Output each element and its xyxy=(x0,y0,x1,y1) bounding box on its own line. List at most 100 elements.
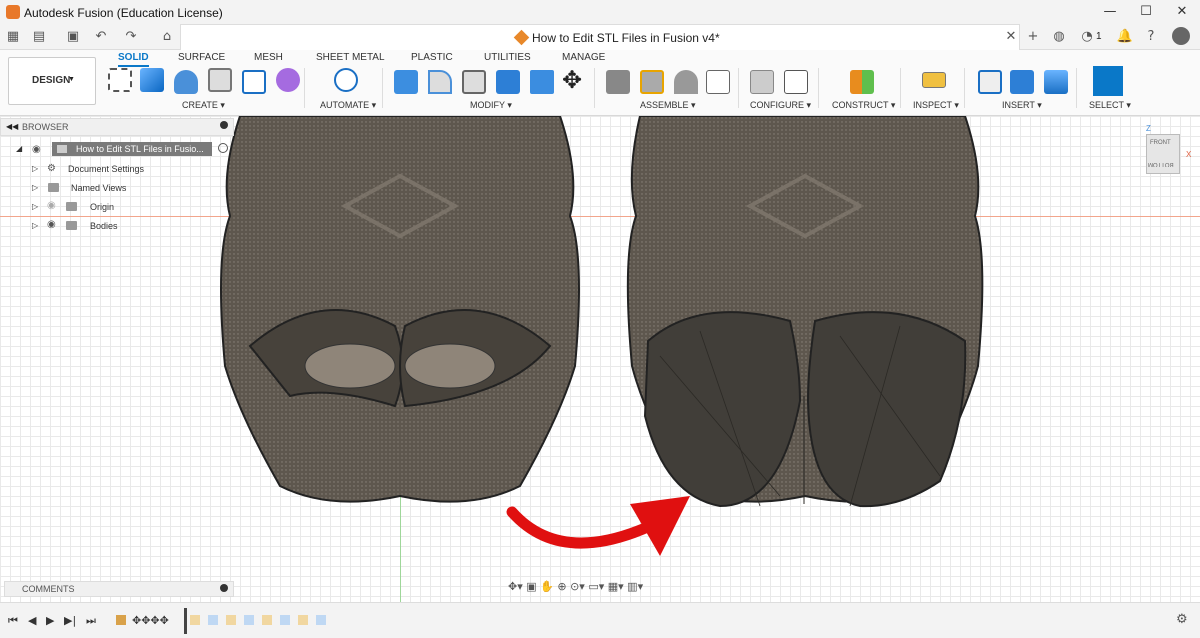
revolve-icon[interactable] xyxy=(174,70,198,94)
configuration-table-icon[interactable] xyxy=(784,70,808,94)
hole-icon[interactable] xyxy=(208,68,232,92)
browser-item-origin[interactable]: Origin xyxy=(90,202,114,212)
assemble-menu[interactable]: ASSEMBLE ▾ xyxy=(640,100,696,111)
expand-arrow-icon[interactable]: ▷ xyxy=(32,183,38,192)
help-icon[interactable]: ? xyxy=(1142,29,1160,45)
tab-sheet-metal[interactable]: SHEET METAL xyxy=(316,52,385,63)
joint-icon[interactable] xyxy=(640,70,664,94)
browser-item-named-views[interactable]: Named Views xyxy=(71,183,126,193)
display-settings-icon[interactable]: ▭▾ xyxy=(588,580,604,593)
online-status-icon[interactable]: ◍ xyxy=(1050,29,1068,45)
expand-arrow-icon[interactable]: ▷ xyxy=(32,202,38,211)
grid-settings-icon[interactable]: ▦▾ xyxy=(608,580,624,593)
pattern-icon[interactable] xyxy=(242,70,266,94)
viewcube-front-face[interactable]: FRONT xyxy=(1150,140,1171,146)
zoom-icon[interactable]: ⊕ xyxy=(557,580,566,593)
transform-arrow xyxy=(506,496,690,556)
split-body-icon[interactable] xyxy=(530,70,554,94)
tab-manage[interactable]: MANAGE xyxy=(562,52,605,63)
construct-menu[interactable]: CONSTRUCT ▾ xyxy=(832,100,895,111)
job-status-icon[interactable]: ◔ xyxy=(1078,29,1096,45)
app-grid-icon[interactable]: ▦ xyxy=(4,29,22,45)
timeline-settings-gear-icon[interactable]: ⚙ xyxy=(1176,612,1188,627)
as-built-joint-icon[interactable] xyxy=(674,70,698,94)
go-to-start-button[interactable]: ⏮ xyxy=(8,614,18,628)
divider xyxy=(1076,68,1077,108)
timeline-suppressed-features[interactable] xyxy=(190,615,330,625)
look-at-icon[interactable]: ▣ xyxy=(526,580,536,593)
model-view[interactable] xyxy=(0,116,1200,602)
visibility-eye-icon[interactable]: ◉ xyxy=(32,144,41,155)
tab-mesh[interactable]: MESH xyxy=(254,52,283,63)
fit-icon[interactable]: ⊙▾ xyxy=(570,580,585,593)
select-menu[interactable]: SELECT ▾ xyxy=(1089,100,1131,111)
table-icon[interactable] xyxy=(706,70,730,94)
press-pull-icon[interactable] xyxy=(394,70,418,94)
panel-pin-icon[interactable] xyxy=(220,121,228,129)
step-forward-button[interactable]: ▶| xyxy=(64,614,76,627)
redo-icon[interactable]: ↷ xyxy=(122,29,140,45)
save-icon[interactable]: ▣ xyxy=(64,29,82,45)
tab-solid[interactable]: SOLID xyxy=(118,52,149,67)
shell-icon[interactable] xyxy=(462,70,486,94)
browser-item-bodies[interactable]: Bodies xyxy=(90,221,118,231)
combine-icon[interactable] xyxy=(496,70,520,94)
tab-close-icon[interactable]: ✕ xyxy=(1002,29,1020,45)
automate-icon[interactable] xyxy=(334,68,358,92)
modify-label: MODIFY xyxy=(470,100,505,110)
expand-arrow-icon[interactable]: ▷ xyxy=(32,221,38,230)
file-menu-icon[interactable]: ▤ xyxy=(30,29,48,45)
automate-menu[interactable]: AUTOMATE ▾ xyxy=(320,100,376,111)
viewports-icon[interactable]: ▥▾ xyxy=(627,580,643,593)
minimize-button[interactable]: — xyxy=(1096,4,1124,20)
select-icon[interactable] xyxy=(1093,66,1123,96)
browser-item-document-settings[interactable]: Document Settings xyxy=(68,164,144,174)
tab-surface[interactable]: SURFACE xyxy=(178,52,225,63)
new-tab-button[interactable]: + xyxy=(1024,29,1042,45)
orbit-icon[interactable]: ✥▾ xyxy=(508,580,523,593)
expand-toggle-icon[interactable]: ◢ xyxy=(16,144,22,153)
visibility-eye-icon[interactable]: ◉ xyxy=(47,200,56,211)
pan-icon[interactable]: ✋ xyxy=(540,580,554,593)
timeline-feature-icon[interactable] xyxy=(116,615,126,625)
visibility-eye-icon[interactable]: ◉ xyxy=(47,219,56,230)
extrude-icon[interactable] xyxy=(140,68,164,92)
move-icon[interactable]: ✥ xyxy=(562,66,582,94)
inspect-menu[interactable]: INSPECT ▾ xyxy=(913,100,959,111)
insert-menu[interactable]: INSERT ▾ xyxy=(1002,100,1042,111)
close-button[interactable]: ✕ xyxy=(1168,4,1196,20)
document-tab-title[interactable]: How to Edit STL Files in Fusion v4* xyxy=(532,31,720,45)
configure-icon[interactable] xyxy=(750,70,774,94)
automate-label: AUTOMATE xyxy=(320,100,370,110)
user-avatar[interactable] xyxy=(1172,27,1190,45)
expand-arrow-icon[interactable]: ▷ xyxy=(32,164,38,173)
create-menu[interactable]: CREATE ▾ xyxy=(182,100,225,111)
divider xyxy=(818,68,819,108)
step-back-button[interactable]: ◀ xyxy=(28,614,36,627)
notifications-icon[interactable]: 🔔 xyxy=(1116,29,1134,45)
tab-utilities[interactable]: UTILITIES xyxy=(484,52,531,63)
play-button[interactable]: ▶ xyxy=(46,614,54,627)
activate-radio-icon[interactable] xyxy=(218,143,228,153)
measure-icon[interactable] xyxy=(922,72,946,88)
create-sketch-icon[interactable] xyxy=(108,68,132,92)
offset-plane-icon[interactable] xyxy=(850,70,874,94)
form-icon[interactable] xyxy=(276,68,300,92)
insert-derive-icon[interactable] xyxy=(978,70,1002,94)
undo-icon[interactable]: ↶ xyxy=(92,29,110,45)
home-icon[interactable]: ⌂ xyxy=(158,29,176,45)
modify-menu[interactable]: MODIFY ▾ xyxy=(470,100,512,111)
timeline-move-feature-icon[interactable]: ✥✥✥✥ xyxy=(132,614,169,627)
insert-canvas-icon[interactable] xyxy=(1044,70,1068,94)
go-to-end-button[interactable]: ⏭ xyxy=(86,614,96,628)
tab-plastic[interactable]: PLASTIC xyxy=(411,52,453,63)
collapse-panel-icon[interactable]: ◀◀ xyxy=(6,122,18,131)
new-component-icon[interactable] xyxy=(606,70,630,94)
fillet-icon[interactable] xyxy=(428,70,452,94)
timeline-marker[interactable] xyxy=(184,608,187,634)
insert-mcmaster-icon[interactable] xyxy=(1010,70,1034,94)
add-comment-icon[interactable] xyxy=(220,584,228,592)
configure-menu[interactable]: CONFIGURE ▾ xyxy=(750,100,811,111)
viewcube-bottom-face[interactable]: BOTTOM xyxy=(1148,161,1174,167)
maximize-button[interactable]: ☐ xyxy=(1132,4,1160,20)
